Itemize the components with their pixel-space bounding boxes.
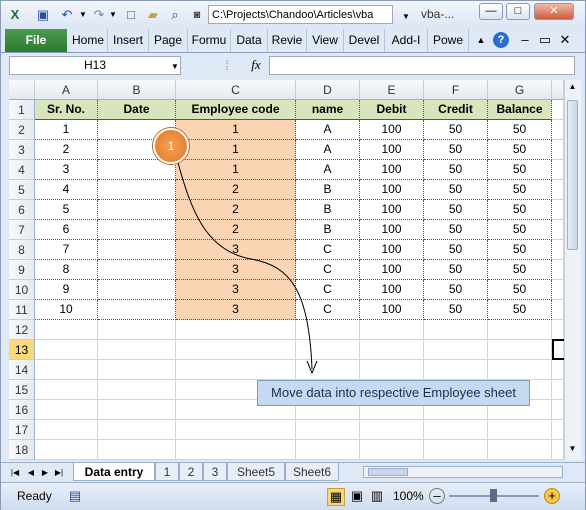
sheet-tab-2[interactable]: 2	[179, 463, 203, 481]
horizontal-scrollbar[interactable]	[363, 466, 563, 478]
sheet-tab-1[interactable]: 1	[155, 463, 179, 481]
excel-window: X ▣ ↶ ▼ ↷ ▼ □ ▰ ⌕ ◙ C:\Projects\Chandoo\…	[0, 0, 586, 510]
callout-box: Move data into respective Employee sheet	[257, 380, 530, 406]
page-break-view-icon[interactable]: ▥	[369, 488, 385, 504]
page-layout-view-icon[interactable]: ▣	[349, 488, 365, 504]
zoom-slider-thumb[interactable]	[490, 489, 497, 502]
step-marker: 1	[153, 128, 189, 164]
connector-arrow	[176, 158, 318, 375]
sheet-tab-3[interactable]: 3	[203, 463, 227, 481]
sheet-tab-sheet5[interactable]: Sheet5	[227, 463, 285, 481]
zoom-level[interactable]: 100%	[393, 489, 424, 503]
macro-record-icon[interactable]: ▤	[67, 488, 83, 504]
sheet-tab-bar: |◀ ◀ ▶ ▶| Data entry 1 2 3 Sheet5 Sheet6	[1, 462, 585, 482]
status-bar: Ready ▤ ▦ ▣ ▥ 100% – +	[1, 482, 585, 510]
zoom-out-icon[interactable]: –	[429, 488, 445, 504]
first-sheet-icon[interactable]: |◀	[7, 465, 23, 481]
normal-view-icon[interactable]: ▦	[327, 488, 345, 506]
status-ready: Ready	[17, 489, 52, 503]
horizontal-scroll-thumb[interactable]	[368, 468, 408, 476]
sheet-tab-sheet6[interactable]: Sheet6	[285, 463, 339, 481]
sheet-tab-data-entry[interactable]: Data entry	[73, 463, 155, 481]
zoom-in-icon[interactable]: +	[544, 488, 560, 504]
last-sheet-icon[interactable]: ▶|	[51, 465, 67, 481]
